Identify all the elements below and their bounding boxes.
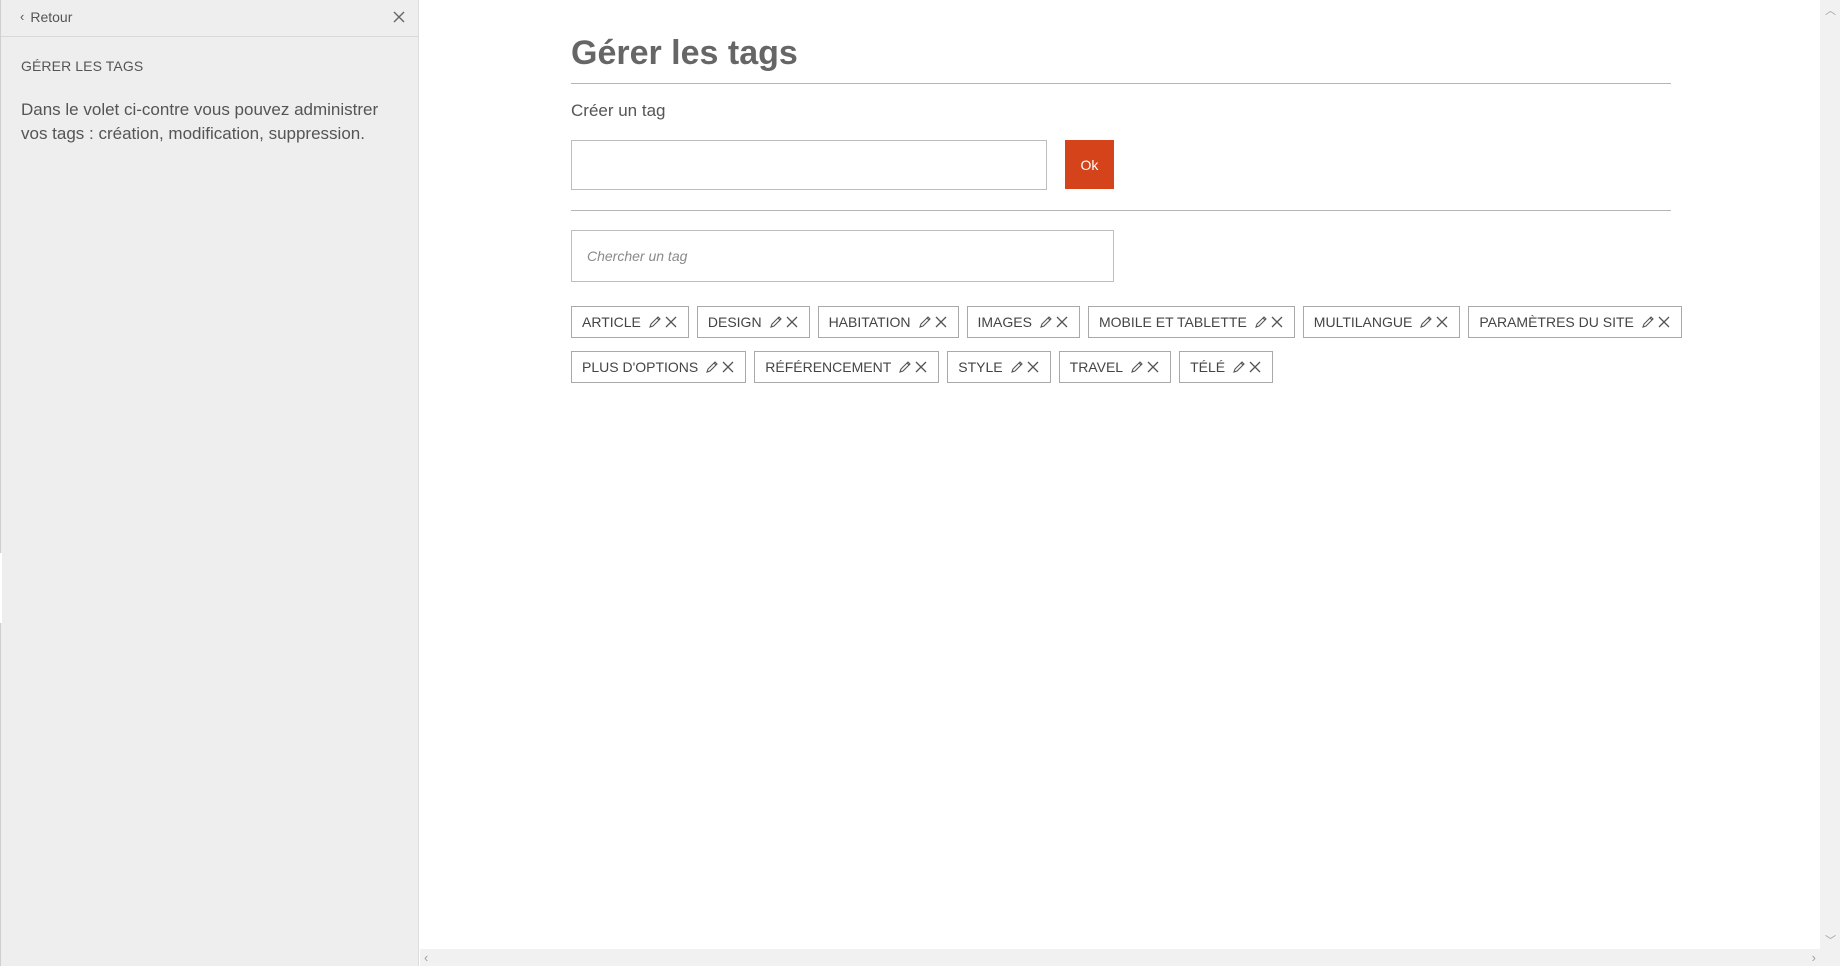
close-icon[interactable] bbox=[1435, 315, 1449, 329]
tag-label: ARTICLE bbox=[582, 314, 641, 330]
pencil-icon[interactable] bbox=[918, 315, 932, 329]
pencil-icon[interactable] bbox=[705, 360, 719, 374]
tag-item: PARAMÈTRES DU SITE bbox=[1468, 306, 1682, 338]
scroll-down-icon[interactable]: ﹀ bbox=[1825, 932, 1836, 948]
tag-label: TÉLÉ bbox=[1190, 359, 1226, 375]
search-tag-input[interactable]: Chercher un tag bbox=[571, 230, 1114, 282]
tag-label: RÉFÉRENCEMENT bbox=[765, 359, 892, 375]
tag-item: IMAGES bbox=[966, 306, 1080, 338]
tag-item: STYLE bbox=[947, 351, 1051, 383]
pencil-icon[interactable] bbox=[1254, 315, 1268, 329]
close-icon[interactable] bbox=[1026, 360, 1040, 374]
close-icon[interactable] bbox=[934, 315, 948, 329]
tag-item: TÉLÉ bbox=[1179, 351, 1274, 383]
ok-button[interactable]: Ok bbox=[1065, 140, 1114, 189]
sidebar-edge-gap bbox=[0, 553, 2, 623]
sidebar-header: ‹ Retour bbox=[0, 0, 418, 37]
tag-item: MOBILE ET TABLETTE bbox=[1087, 306, 1295, 338]
tag-label: PARAMÈTRES DU SITE bbox=[1479, 314, 1634, 330]
create-tag-label: Créer un tag bbox=[571, 101, 666, 120]
pencil-icon[interactable] bbox=[1419, 315, 1433, 329]
tag-item: RÉFÉRENCEMENT bbox=[754, 351, 940, 383]
scroll-left-icon[interactable]: ‹ bbox=[424, 950, 428, 965]
close-icon[interactable] bbox=[785, 315, 799, 329]
tag-row-2: PLUS D'OPTIONS RÉFÉRENCEMENT STYLE TRAVEL TÉ… bbox=[571, 351, 1671, 383]
close-icon[interactable] bbox=[664, 315, 678, 329]
scroll-right-icon[interactable]: › bbox=[1812, 950, 1816, 965]
tag-label: TRAVEL bbox=[1069, 359, 1124, 375]
chevron-left-icon: ‹ bbox=[20, 9, 25, 24]
tag-item: HABITATION bbox=[817, 306, 959, 338]
pencil-icon[interactable] bbox=[1641, 315, 1655, 329]
pencil-icon[interactable] bbox=[1130, 360, 1144, 374]
pencil-icon[interactable] bbox=[1010, 360, 1024, 374]
horizontal-scrollbar[interactable]: ‹ › bbox=[420, 949, 1820, 966]
create-tag-input[interactable] bbox=[571, 140, 1047, 190]
close-icon[interactable] bbox=[1270, 315, 1284, 329]
close-icon[interactable] bbox=[721, 360, 735, 374]
pencil-icon[interactable] bbox=[1039, 315, 1053, 329]
tag-label: MOBILE ET TABLETTE bbox=[1098, 314, 1247, 330]
close-icon[interactable] bbox=[1146, 360, 1160, 374]
create-divider bbox=[571, 210, 1671, 211]
close-icon[interactable] bbox=[390, 8, 408, 26]
close-icon[interactable] bbox=[1657, 315, 1671, 329]
tag-row-1: ARTICLE DESIGN HABITATION IMAGES MOBILE ET T… bbox=[571, 306, 1682, 338]
tag-item: TRAVEL bbox=[1058, 351, 1172, 383]
scroll-up-icon[interactable]: ︿ bbox=[1825, 2, 1836, 18]
search-placeholder: Chercher un tag bbox=[587, 248, 688, 264]
tag-label: DESIGN bbox=[707, 314, 762, 330]
tag-label: IMAGES bbox=[977, 314, 1032, 330]
tag-item: ARTICLE bbox=[571, 306, 689, 338]
close-icon[interactable] bbox=[914, 360, 928, 374]
sidebar-description: Dans le volet ci-contre vous pouvez admi… bbox=[21, 100, 379, 143]
pencil-icon[interactable] bbox=[898, 360, 912, 374]
tag-item: PLUS D'OPTIONS bbox=[571, 351, 747, 383]
tag-label: STYLE bbox=[958, 359, 1003, 375]
pencil-icon[interactable] bbox=[648, 315, 662, 329]
tag-label: PLUS D'OPTIONS bbox=[582, 359, 699, 375]
tag-label: MULTILANGUE bbox=[1313, 314, 1413, 330]
pencil-icon[interactable] bbox=[1232, 360, 1246, 374]
sidebar-title: GÉRER LES TAGS bbox=[21, 58, 144, 74]
close-icon[interactable] bbox=[1055, 315, 1069, 329]
pencil-icon[interactable] bbox=[769, 315, 783, 329]
sidebar-edge bbox=[0, 0, 1, 966]
back-link[interactable]: ‹ Retour bbox=[20, 9, 72, 25]
tag-item: DESIGN bbox=[696, 306, 810, 338]
close-icon[interactable] bbox=[1248, 360, 1262, 374]
tag-label: HABITATION bbox=[828, 314, 911, 330]
tag-item: MULTILANGUE bbox=[1302, 306, 1461, 338]
sidebar-panel: ‹ Retour GÉRER LES TAGS Dans le volet ci… bbox=[0, 0, 419, 966]
back-label: Retour bbox=[30, 9, 73, 25]
main-content: Gérer les tags Créer un tag Ok Chercher … bbox=[420, 0, 1820, 950]
title-divider bbox=[571, 83, 1671, 84]
page-title: Gérer les tags bbox=[571, 34, 798, 72]
tag-list: ARTICLE DESIGN HABITATION IMAGES MOBILE ET T… bbox=[571, 306, 1682, 396]
vertical-scrollbar[interactable]: ︿ ﹀ bbox=[1820, 0, 1840, 966]
